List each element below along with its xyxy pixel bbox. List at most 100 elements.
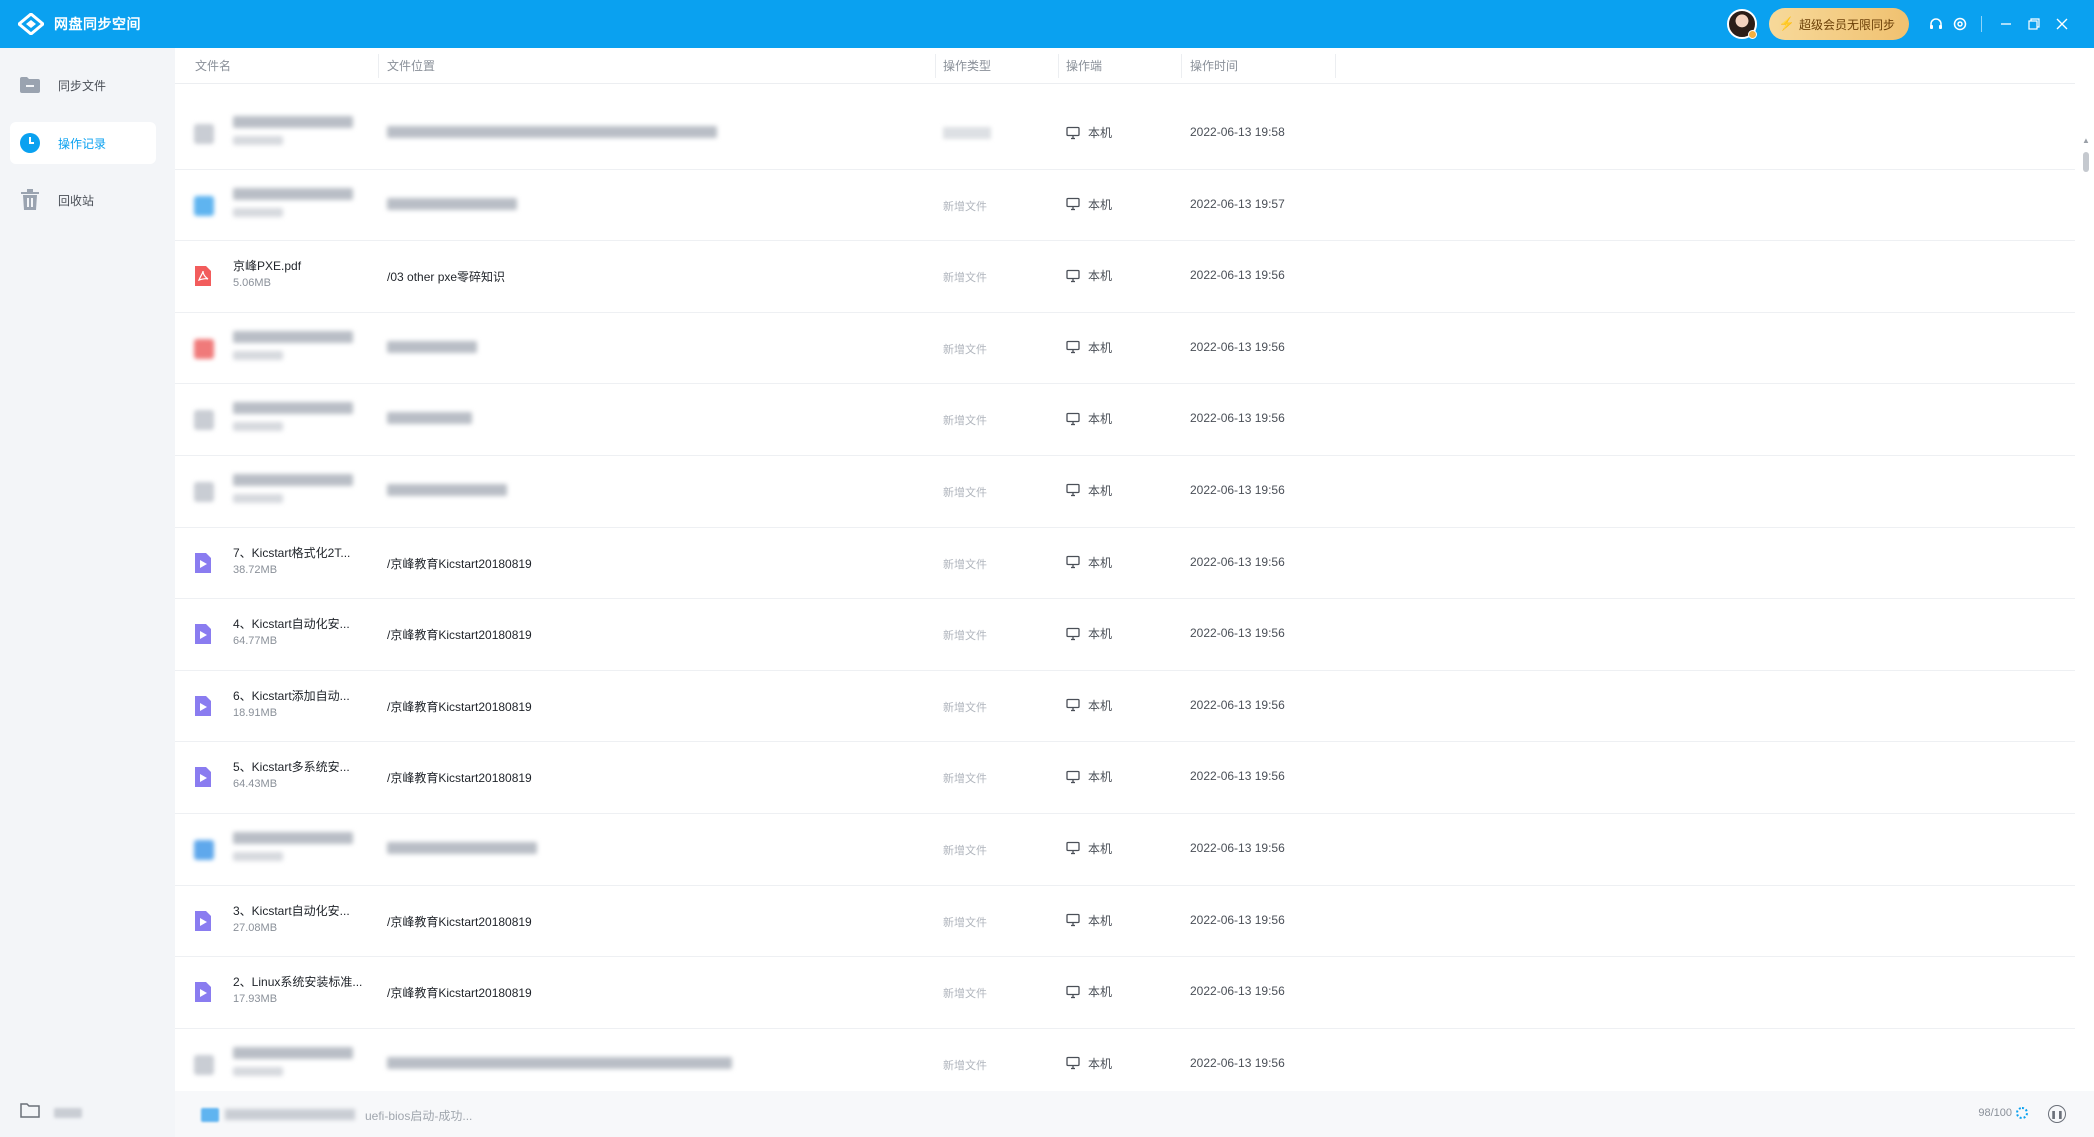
pdf-icon <box>194 265 214 287</box>
pause-icon[interactable]: ❚❚ <box>2048 1105 2066 1123</box>
video-icon <box>194 981 214 1003</box>
video-icon <box>194 766 214 788</box>
file-location[interactable]: /京峰教育Kicstart20180819 <box>387 698 532 715</box>
table-row[interactable]: 7、Kicstart格式化2T... 38.72MB/京峰教育Kicstart20… <box>175 528 2075 600</box>
operation-type: 新增文件 <box>943 486 987 499</box>
file-location[interactable]: /京峰教育Kicstart20180819 <box>387 555 532 572</box>
operation-type: 新增文件 <box>943 988 987 1001</box>
column-header-filename[interactable]: 文件名 <box>175 48 231 84</box>
computer-icon <box>1066 1057 1080 1070</box>
operation-type: 新增文件 <box>943 343 987 356</box>
redacted-filesize <box>233 136 283 145</box>
video-icon <box>194 695 214 717</box>
operation-log-list: 文件名 文件位置 操作类型 操作端 操作时间 本机 2022-06-13 19:… <box>175 48 2094 1128</box>
redacted-filename <box>233 330 353 343</box>
column-header-location[interactable]: 文件位置 <box>367 48 435 84</box>
sidebar-item-sync-files[interactable]: 同步文件 <box>10 64 156 106</box>
operation-type: 新增文件 <box>943 701 987 714</box>
computer-icon <box>1066 269 1080 282</box>
device-label: 本机 <box>1088 841 1113 856</box>
file-icon <box>194 124 214 144</box>
table-row[interactable]: 6、Kicstart添加自动... 18.91MB/京峰教育Kicstart201… <box>175 671 2075 743</box>
scrollbar-thumb[interactable] <box>2083 152 2089 172</box>
table-row[interactable]: 5、Kicstart多系统安... 64.43MB/京峰教育Kicstart201… <box>175 742 2075 814</box>
table-row[interactable]: 3、Kicstart自动化安... 27.08MB/京峰教育Kicstart201… <box>175 886 2075 958</box>
red-file-icon <box>194 338 214 359</box>
table-row[interactable]: 新增文件 本机 2022-06-13 19:56 <box>175 456 2075 528</box>
table-header: 文件名 文件位置 操作类型 操作端 操作时间 <box>175 48 2075 84</box>
headset-icon[interactable] <box>1925 13 1947 35</box>
file-name[interactable]: 4、Kicstart自动化安... <box>233 615 350 632</box>
table-row[interactable]: 本机 2022-06-13 19:58 <box>175 98 2075 170</box>
operation-time: 2022-06-13 19:56 <box>1190 482 1285 497</box>
computer-icon <box>1066 484 1080 497</box>
operation-type: 新增文件 <box>943 558 987 571</box>
open-folder-icon[interactable] <box>20 1102 40 1123</box>
column-header-device[interactable]: 操作端 <box>1046 48 1102 84</box>
redacted-filename <box>233 116 353 128</box>
vip-sync-button[interactable]: ⚡ 超级会员无限同步 <box>1768 8 1909 40</box>
table-row[interactable]: 4、Kicstart自动化安... 64.77MB/京峰教育Kicstart201… <box>175 599 2075 671</box>
operation-device: 本机 <box>1066 410 1112 427</box>
app-window: 网盘同步空间 ⚡ 超级会员无限同步 同步文件 操作记录 回收站 文件名 文件位置… <box>0 0 2094 1137</box>
table-row[interactable]: 新增文件 本机 2022-06-13 19:56 <box>175 814 2075 886</box>
scroll-up-icon[interactable]: ▲ <box>2082 136 2090 145</box>
column-header-time[interactable]: 操作时间 <box>1170 48 1238 84</box>
table-row[interactable]: 京峰PXE.pdf 5.06MB/03 other pxe零碎知识 新增文件 本机 … <box>175 241 2075 313</box>
vip-sync-label: 超级会员无限同步 <box>1798 17 1895 32</box>
title-bar-separator <box>1981 16 1982 32</box>
scrollbar[interactable]: ▲ ▼ <box>2081 136 2091 1128</box>
computer-icon <box>1066 985 1080 998</box>
sidebar-item-operation-log[interactable]: 操作记录 <box>10 122 156 164</box>
file-location[interactable]: /京峰教育Kicstart20180819 <box>387 913 532 930</box>
redacted-path <box>387 483 507 496</box>
table-row[interactable]: 新增文件 本机 2022-06-13 19:56 <box>175 1029 2075 1101</box>
sidebar-item-label: 操作记录 <box>58 136 107 151</box>
redacted-filesize <box>233 350 283 360</box>
table-row[interactable]: 新增文件 本机 2022-06-13 19:56 <box>175 313 2075 385</box>
settings-icon[interactable] <box>1949 13 1971 35</box>
column-divider[interactable] <box>1335 54 1336 78</box>
computer-icon <box>1066 412 1080 426</box>
redacted-path <box>387 197 517 210</box>
table-row[interactable]: 新增文件 本机 2022-06-13 19:57 <box>175 170 2075 242</box>
operation-device: 本机 <box>1066 554 1112 571</box>
file-name[interactable]: 京峰PXE.pdf <box>233 257 301 274</box>
sidebar-item-recycle-bin[interactable]: 回收站 <box>10 179 156 221</box>
file-name[interactable]: 6、Kicstart添加自动... <box>233 687 350 704</box>
operation-type: 新增文件 <box>943 200 987 213</box>
computer-icon <box>1066 913 1080 927</box>
minimize-icon[interactable] <box>1992 13 2020 35</box>
file-size: 5.06MB <box>233 277 271 290</box>
avatar[interactable] <box>1726 9 1757 39</box>
device-label: 本机 <box>1088 698 1113 713</box>
operation-time: 2022-06-13 19:56 <box>1190 984 1285 999</box>
table-row[interactable]: 2、Linux系统安装标准... 17.93MB/京峰教育Kicstart2018… <box>175 957 2075 1029</box>
device-label: 本机 <box>1088 269 1113 284</box>
computer-icon <box>1066 627 1080 640</box>
file-location[interactable]: /京峰教育Kicstart20180819 <box>387 626 532 643</box>
file-name[interactable]: 3、Kicstart自动化安... <box>233 902 350 919</box>
close-icon[interactable] <box>2048 13 2076 35</box>
device-label: 本机 <box>1088 770 1113 785</box>
sidebar-footer <box>20 1102 82 1123</box>
sync-count-text: 98/100 <box>1978 1107 2012 1119</box>
device-label: 本机 <box>1088 1056 1113 1071</box>
operation-time: 2022-06-13 19:56 <box>1190 268 1285 283</box>
file-name[interactable]: 5、Kicstart多系统安... <box>233 758 350 775</box>
file-name[interactable]: 2、Linux系统安装标准... <box>233 973 362 990</box>
redacted-filename <box>233 402 353 415</box>
file-name[interactable]: 7、Kicstart格式化2T... <box>233 544 350 561</box>
operation-device: 本机 <box>1066 912 1112 929</box>
file-size: 18.91MB <box>233 706 278 719</box>
table-row[interactable]: 新增文件 本机 2022-06-13 19:56 <box>175 384 2075 456</box>
restore-icon[interactable] <box>2020 13 2048 35</box>
redacted-filename <box>225 1109 355 1120</box>
column-header-operation-type[interactable]: 操作类型 <box>923 48 991 84</box>
operation-time: 2022-06-13 19:57 <box>1190 196 1285 211</box>
file-location[interactable]: /京峰教育Kicstart20180819 <box>387 984 532 1001</box>
operation-device: 本机 <box>1066 1055 1112 1072</box>
file-location[interactable]: /京峰教育Kicstart20180819 <box>387 769 532 786</box>
file-location[interactable]: /03 other pxe零碎知识 <box>387 268 505 285</box>
sidebar: 同步文件 操作记录 回收站 <box>0 48 175 1137</box>
